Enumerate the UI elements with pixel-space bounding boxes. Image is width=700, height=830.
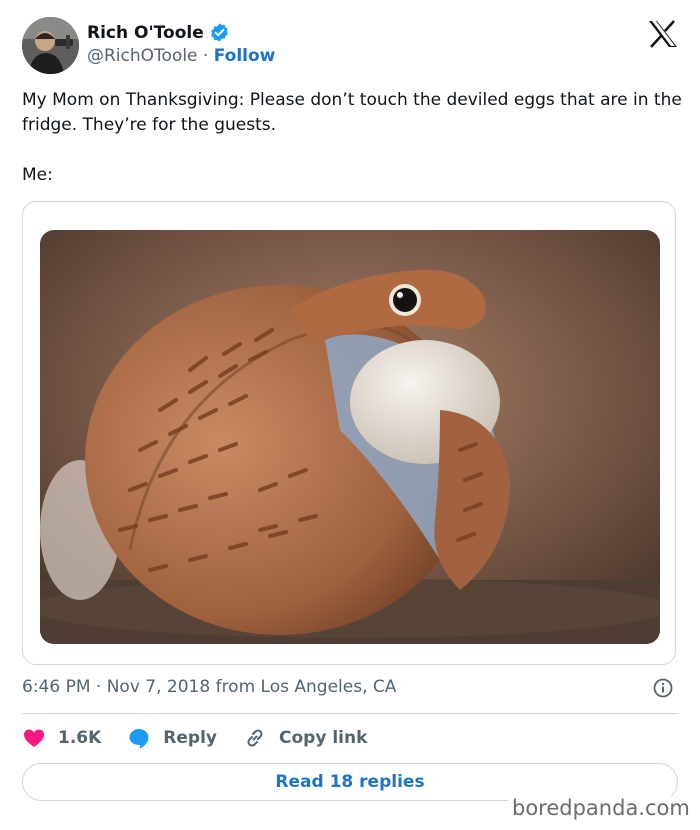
- tweet-timestamp[interactable]: 6:46 PM · Nov 7, 2018 from Los Angeles, …: [22, 677, 396, 697]
- copy-link-label: Copy link: [279, 728, 368, 748]
- follow-button[interactable]: Follow: [214, 46, 276, 66]
- author-name-row: Rich O'Toole: [87, 22, 230, 43]
- author-handle[interactable]: @RichOToole: [87, 46, 198, 66]
- avatar[interactable]: [22, 17, 79, 74]
- copy-link-button[interactable]: Copy link: [243, 726, 367, 750]
- handle-separator: ·: [202, 46, 209, 66]
- user-avatar-icon: [22, 17, 79, 74]
- reply-bubble-icon: [129, 729, 149, 749]
- tweet-card: Rich O'Toole @RichOToole · Follow My Mom…: [0, 0, 700, 830]
- watermark: boredpanda.com: [508, 796, 694, 820]
- tweet-text: My Mom on Thanksgiving: Please don’t tou…: [22, 88, 682, 188]
- divider: [22, 713, 678, 714]
- heart-icon: [24, 729, 44, 747]
- tweet-text-line: Me:: [22, 165, 53, 185]
- author-display-name[interactable]: Rich O'Toole: [87, 23, 204, 43]
- action-bar: 1.6K Reply Copy link: [22, 724, 393, 752]
- reply-button[interactable]: Reply: [127, 726, 217, 750]
- like-button[interactable]: 1.6K: [22, 726, 101, 750]
- verified-badge-icon: [210, 23, 228, 42]
- x-logo-icon[interactable]: [648, 20, 678, 48]
- author-handle-row: @RichOToole · Follow: [87, 46, 275, 66]
- info-icon[interactable]: [653, 678, 673, 698]
- reply-label: Reply: [163, 728, 217, 748]
- tweet-media-image[interactable]: [40, 230, 660, 644]
- link-icon: [247, 729, 263, 747]
- like-count: 1.6K: [58, 728, 102, 748]
- snake-eating-egg-icon: [40, 230, 660, 644]
- tweet-text-line: My Mom on Thanksgiving: Please don’t tou…: [22, 90, 682, 135]
